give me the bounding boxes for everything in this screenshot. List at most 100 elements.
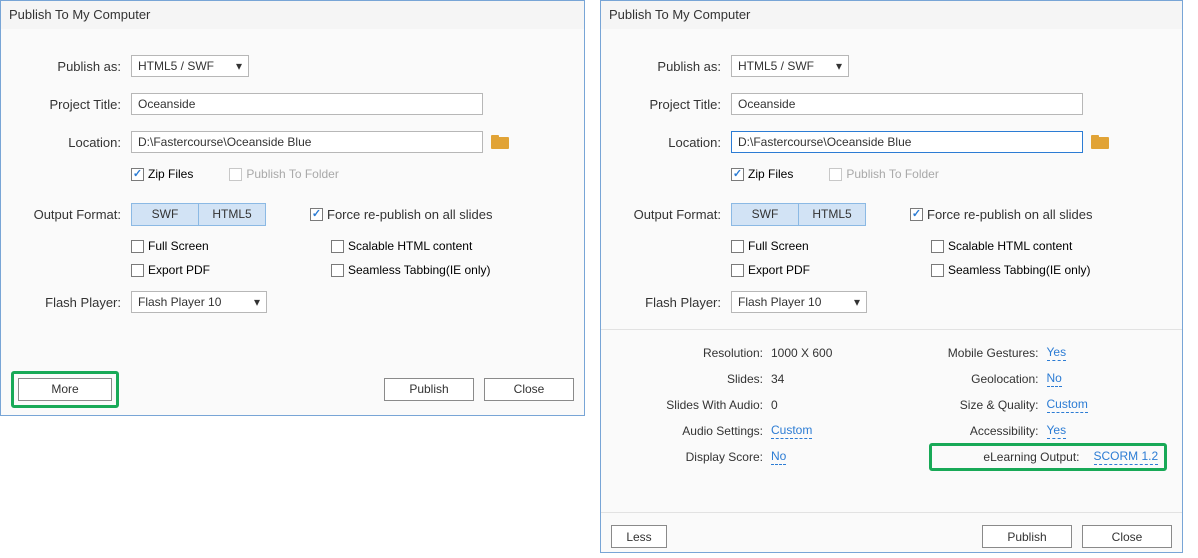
flash-player-select[interactable]: Flash Player 10 ▾ — [131, 291, 267, 313]
checkbox-icon — [731, 168, 744, 181]
project-title-label: Project Title: — [1, 97, 131, 112]
publish-as-select[interactable]: HTML5 / SWF ▾ — [731, 55, 849, 77]
publish-as-value: HTML5 / SWF — [738, 59, 814, 73]
elearning-highlight: eLearning Output: SCORM 1.2 — [929, 443, 1168, 471]
project-title-value: Oceanside — [138, 97, 195, 111]
export-pdf-checkbox[interactable]: Export PDF — [731, 263, 901, 277]
full-screen-checkbox[interactable]: Full Screen — [131, 239, 301, 253]
location-label: Location: — [1, 135, 131, 150]
export-pdf-label: Export PDF — [748, 263, 810, 277]
slides-with-audio-label: Slides With Audio: — [601, 398, 771, 412]
checkbox-icon — [331, 264, 344, 277]
slides-value: 34 — [771, 372, 784, 386]
checkbox-icon — [931, 264, 944, 277]
checkbox-icon — [931, 240, 944, 253]
output-format-toggle: SWF HTML5 — [131, 203, 266, 226]
folder-icon[interactable] — [491, 135, 509, 149]
elearning-output-label: eLearning Output: — [938, 450, 1088, 464]
location-input[interactable]: D:\Fastercourse\Oceanside Blue — [731, 131, 1083, 153]
publish-dialog-collapsed: Publish To My Computer Publish as: HTML5… — [0, 0, 585, 416]
zip-files-checkbox[interactable]: Zip Files — [131, 167, 193, 181]
project-title-input[interactable]: Oceanside — [131, 93, 483, 115]
size-quality-link[interactable]: Custom — [1047, 397, 1088, 413]
location-value: D:\Fastercourse\Oceanside Blue — [738, 135, 911, 149]
zip-files-checkbox[interactable]: Zip Files — [731, 167, 793, 181]
project-title-input[interactable]: Oceanside — [731, 93, 1083, 115]
accessibility-link[interactable]: Yes — [1047, 423, 1067, 439]
scalable-html-label: Scalable HTML content — [348, 239, 472, 253]
checkbox-icon — [229, 168, 242, 181]
publish-to-folder-checkbox: Publish To Folder — [229, 167, 339, 181]
flash-player-value: Flash Player 10 — [738, 295, 821, 309]
more-button[interactable]: More — [18, 378, 112, 401]
display-score-label: Display Score: — [601, 450, 771, 464]
size-quality-label: Size & Quality: — [897, 398, 1047, 412]
chevron-down-icon: ▾ — [836, 59, 842, 73]
checkbox-icon — [910, 208, 923, 221]
seamless-tabbing-checkbox[interactable]: Seamless Tabbing(IE only) — [931, 263, 1091, 277]
scalable-html-checkbox[interactable]: Scalable HTML content — [931, 239, 1091, 253]
more-panel: Resolution: 1000 X 600 Slides: 34 Slides… — [601, 329, 1182, 470]
location-value: D:\Fastercourse\Oceanside Blue — [138, 135, 311, 149]
slides-label: Slides: — [601, 372, 771, 386]
html5-toggle[interactable]: HTML5 — [198, 203, 266, 226]
swf-toggle[interactable]: SWF — [131, 203, 199, 226]
publish-to-folder-label: Publish To Folder — [846, 167, 939, 181]
flash-player-label: Flash Player: — [1, 295, 131, 310]
seamless-tabbing-checkbox[interactable]: Seamless Tabbing(IE only) — [331, 263, 491, 277]
close-button[interactable]: Close — [484, 378, 574, 401]
seamless-tabbing-label: Seamless Tabbing(IE only) — [948, 263, 1091, 277]
output-format-label: Output Format: — [1, 207, 131, 222]
elearning-output-link[interactable]: SCORM 1.2 — [1094, 449, 1159, 465]
slides-with-audio-value: 0 — [771, 398, 778, 412]
audio-settings-label: Audio Settings: — [601, 424, 771, 438]
dialog-title: Publish To My Computer — [1, 1, 584, 29]
location-input[interactable]: D:\Fastercourse\Oceanside Blue — [131, 131, 483, 153]
publish-button[interactable]: Publish — [384, 378, 474, 401]
publish-button[interactable]: Publish — [982, 525, 1072, 548]
geolocation-link[interactable]: No — [1047, 371, 1062, 387]
checkbox-icon — [131, 240, 144, 253]
checkbox-icon — [331, 240, 344, 253]
seamless-tabbing-label: Seamless Tabbing(IE only) — [348, 263, 491, 277]
scalable-html-label: Scalable HTML content — [948, 239, 1072, 253]
chevron-down-icon: ▾ — [854, 295, 860, 309]
force-republish-checkbox[interactable]: Force re-publish on all slides — [910, 207, 1092, 222]
export-pdf-label: Export PDF — [148, 263, 210, 277]
output-format-toggle: SWF HTML5 — [731, 203, 866, 226]
less-button[interactable]: Less — [611, 525, 667, 548]
display-score-link[interactable]: No — [771, 449, 786, 465]
html5-toggle[interactable]: HTML5 — [798, 203, 866, 226]
force-republish-label: Force re-publish on all slides — [927, 207, 1092, 222]
more-highlight: More — [11, 371, 119, 408]
dialog-title: Publish To My Computer — [601, 1, 1182, 29]
chevron-down-icon: ▾ — [254, 295, 260, 309]
scalable-html-checkbox[interactable]: Scalable HTML content — [331, 239, 491, 253]
zip-files-label: Zip Files — [748, 167, 793, 181]
checkbox-icon — [731, 240, 744, 253]
swf-toggle[interactable]: SWF — [731, 203, 799, 226]
force-republish-checkbox[interactable]: Force re-publish on all slides — [310, 207, 492, 222]
flash-player-label: Flash Player: — [601, 295, 731, 310]
checkbox-icon — [310, 208, 323, 221]
force-republish-label: Force re-publish on all slides — [327, 207, 492, 222]
zip-files-label: Zip Files — [148, 167, 193, 181]
publish-to-folder-label: Publish To Folder — [246, 167, 339, 181]
close-button[interactable]: Close — [1082, 525, 1172, 548]
export-pdf-checkbox[interactable]: Export PDF — [131, 263, 301, 277]
flash-player-select[interactable]: Flash Player 10 ▾ — [731, 291, 867, 313]
checkbox-icon — [131, 168, 144, 181]
flash-player-value: Flash Player 10 — [138, 295, 221, 309]
publish-dialog-expanded: Publish To My Computer Publish as: HTML5… — [600, 0, 1183, 553]
folder-icon[interactable] — [1091, 135, 1109, 149]
chevron-down-icon: ▾ — [236, 59, 242, 73]
publish-as-value: HTML5 / SWF — [138, 59, 214, 73]
resolution-label: Resolution: — [601, 346, 771, 360]
publish-as-select[interactable]: HTML5 / SWF ▾ — [131, 55, 249, 77]
full-screen-checkbox[interactable]: Full Screen — [731, 239, 901, 253]
full-screen-label: Full Screen — [748, 239, 809, 253]
mobile-gestures-link[interactable]: Yes — [1047, 345, 1067, 361]
audio-settings-link[interactable]: Custom — [771, 423, 812, 439]
publish-as-label: Publish as: — [1, 59, 131, 74]
checkbox-icon — [131, 264, 144, 277]
